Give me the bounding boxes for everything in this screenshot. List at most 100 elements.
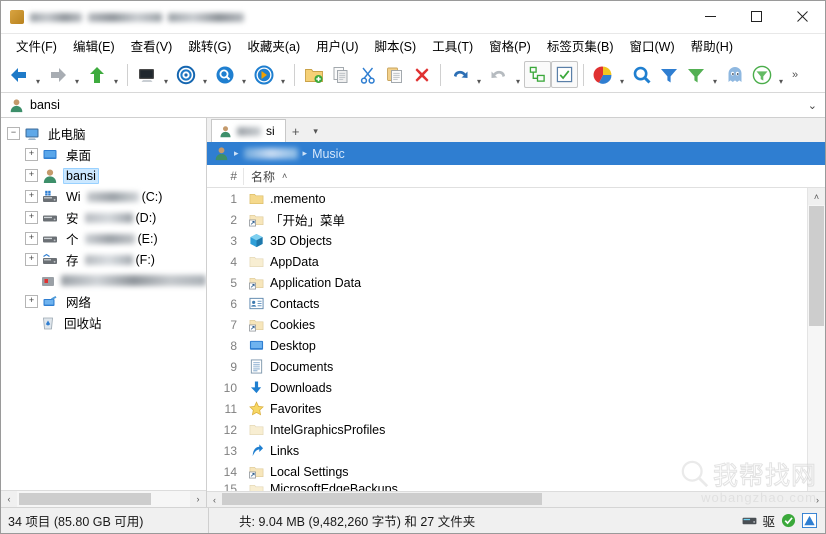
menu-view[interactable]: 查看(V) [123, 34, 181, 58]
expander-icon[interactable]: + [25, 295, 38, 308]
pie-dropdown-caret[interactable]: ▾ [616, 57, 628, 93]
close-button[interactable] [779, 1, 825, 32]
redo-icon[interactable] [485, 60, 512, 89]
table-row[interactable]: 4 AppData [207, 251, 807, 272]
delete-icon[interactable] [408, 60, 435, 89]
undo-icon[interactable] [446, 60, 473, 89]
forward-icon[interactable] [44, 60, 71, 89]
table-row[interactable]: 9 Documents [207, 356, 807, 377]
table-row[interactable]: 2 「开始」菜单 [207, 209, 807, 230]
scroll-left-arrow-icon[interactable]: ‹ [1, 491, 17, 507]
expander-icon[interactable]: + [25, 232, 38, 245]
paste-icon[interactable] [381, 60, 408, 89]
breadcrumb-current[interactable]: Music [312, 147, 345, 161]
filter-blue-icon[interactable] [655, 60, 682, 89]
tree-hscroll-track[interactable] [17, 491, 190, 507]
file-hscroll-thumb[interactable] [222, 493, 542, 505]
filter-circle-dropdown-caret[interactable]: ▾ [775, 57, 787, 93]
tree-horizontal-scrollbar[interactable]: ‹ › [1, 490, 206, 507]
target-dropdown-caret[interactable]: ▾ [199, 57, 211, 93]
filter-circle-icon[interactable] [748, 60, 775, 89]
menu-go[interactable]: 跳转(G) [180, 34, 239, 58]
pie-chart-icon[interactable] [589, 60, 616, 89]
menu-tools[interactable]: 工具(T) [424, 34, 481, 58]
app-blue-icon[interactable] [801, 513, 817, 529]
new-folder-icon[interactable] [300, 60, 327, 89]
menu-tabsets[interactable]: 标签页集(B) [539, 34, 622, 58]
sync-green-icon[interactable] [780, 513, 796, 529]
menu-user[interactable]: 用户(U) [308, 34, 366, 58]
tree-item-desktop[interactable]: + 桌面 [1, 144, 206, 165]
table-row[interactable]: 11 Favorites [207, 398, 807, 419]
tree-item-blurred[interactable] [1, 270, 206, 291]
table-row[interactable]: 1 .memento [207, 188, 807, 209]
forward-dropdown-caret[interactable]: ▾ [71, 57, 83, 93]
tree-item-recycle-bin[interactable]: 回收站 [1, 312, 206, 333]
file-hscroll-track[interactable] [222, 492, 810, 507]
filter-green-icon[interactable] [682, 60, 709, 89]
table-row[interactable]: 8 Desktop [207, 335, 807, 356]
table-row[interactable]: 14 Local Settings [207, 461, 807, 482]
tab-bansi[interactable]: si [211, 119, 286, 142]
file-list[interactable]: 1 .memento 2 「开始」菜单 3 3D Objects 4 AppDa… [207, 188, 825, 491]
menu-script[interactable]: 脚本(S) [367, 34, 425, 58]
menu-help[interactable]: 帮助(H) [683, 34, 741, 58]
new-tab-button[interactable]: + [286, 120, 306, 142]
scroll-right-arrow-icon[interactable]: › [190, 491, 206, 507]
menu-edit[interactable]: 编辑(E) [65, 34, 123, 58]
magnifier-icon[interactable] [628, 60, 655, 89]
table-row[interactable]: 13 Links [207, 440, 807, 461]
up-icon[interactable] [83, 60, 110, 89]
menu-panes[interactable]: 窗格(P) [481, 34, 539, 58]
folder-tree[interactable]: − 此电脑 + 桌面 + bansi + Wi (C:) + 安 (D:) + … [1, 118, 206, 490]
expander-icon[interactable]: + [25, 169, 38, 182]
copy-icon[interactable] [327, 60, 354, 89]
tree-item-bansi[interactable]: + bansi [1, 165, 206, 186]
tree-item-drive-f[interactable]: + 存 (F:) [1, 249, 206, 270]
file-list-vscroll-thumb[interactable] [809, 206, 824, 326]
scroll-up-arrow-icon[interactable]: ˄ [808, 188, 825, 205]
column-header-name[interactable]: 名称 ˄ [243, 167, 825, 185]
tree-item-drive-e[interactable]: + 个 (E:) [1, 228, 206, 249]
table-row[interactable]: 15 MicrosoftEdgeBackups [207, 482, 807, 491]
up-dropdown-caret[interactable]: ▾ [110, 57, 122, 93]
search-dropdown-caret[interactable]: ▾ [238, 57, 250, 93]
scroll-left-arrow-icon[interactable]: ‹ [207, 492, 222, 507]
expander-icon[interactable]: + [25, 253, 38, 266]
sync-branch-icon[interactable] [524, 61, 551, 88]
table-row[interactable]: 3 3D Objects [207, 230, 807, 251]
go-icon[interactable] [250, 60, 277, 89]
menu-window[interactable]: 窗口(W) [622, 34, 683, 58]
cut-icon[interactable] [354, 60, 381, 89]
minimize-button[interactable] [687, 1, 733, 32]
computer-dropdown-caret[interactable]: ▾ [160, 57, 172, 93]
table-row[interactable]: 12 IntelGraphicsProfiles [207, 419, 807, 440]
chevron-down-icon[interactable]: ⌄ [808, 99, 817, 112]
toolbar-overflow-button[interactable]: » [787, 69, 803, 81]
back-dropdown-caret[interactable]: ▾ [32, 57, 44, 93]
breadcrumb[interactable]: ▸ ▸ Music [207, 142, 825, 165]
tree-item-this-pc[interactable]: − 此电脑 [1, 123, 206, 144]
breadcrumb-user-blurred[interactable] [243, 148, 298, 159]
menu-file[interactable]: 文件(F) [8, 34, 65, 58]
tab-list-dropdown[interactable]: ▾ [306, 120, 326, 142]
expander-icon[interactable]: + [25, 190, 38, 203]
search-icon[interactable] [211, 60, 238, 89]
column-header-number[interactable]: # [207, 169, 243, 183]
filter-dropdown-caret[interactable]: ▾ [709, 57, 721, 93]
tree-item-drive-d[interactable]: + 安 (D:) [1, 207, 206, 228]
menu-favorites[interactable]: 收藏夹(a) [239, 34, 308, 58]
redo-dropdown-caret[interactable]: ▾ [512, 57, 524, 93]
tree-hscroll-thumb[interactable] [19, 493, 151, 505]
maximize-button[interactable] [733, 1, 779, 32]
scroll-right-arrow-icon[interactable]: › [810, 492, 825, 507]
file-list-vertical-scrollbar[interactable]: ˄ [807, 188, 825, 491]
expander-icon[interactable]: − [7, 127, 20, 140]
address-bar[interactable]: bansi ⌄ [1, 93, 825, 118]
table-row[interactable]: 10 Downloads [207, 377, 807, 398]
expander-icon[interactable]: + [25, 211, 38, 224]
file-list-horizontal-scrollbar[interactable]: ‹ › [207, 491, 825, 507]
ghost-icon[interactable] [721, 60, 748, 89]
tree-item-drive-c[interactable]: + Wi (C:) [1, 186, 206, 207]
table-row[interactable]: 7 Cookies [207, 314, 807, 335]
